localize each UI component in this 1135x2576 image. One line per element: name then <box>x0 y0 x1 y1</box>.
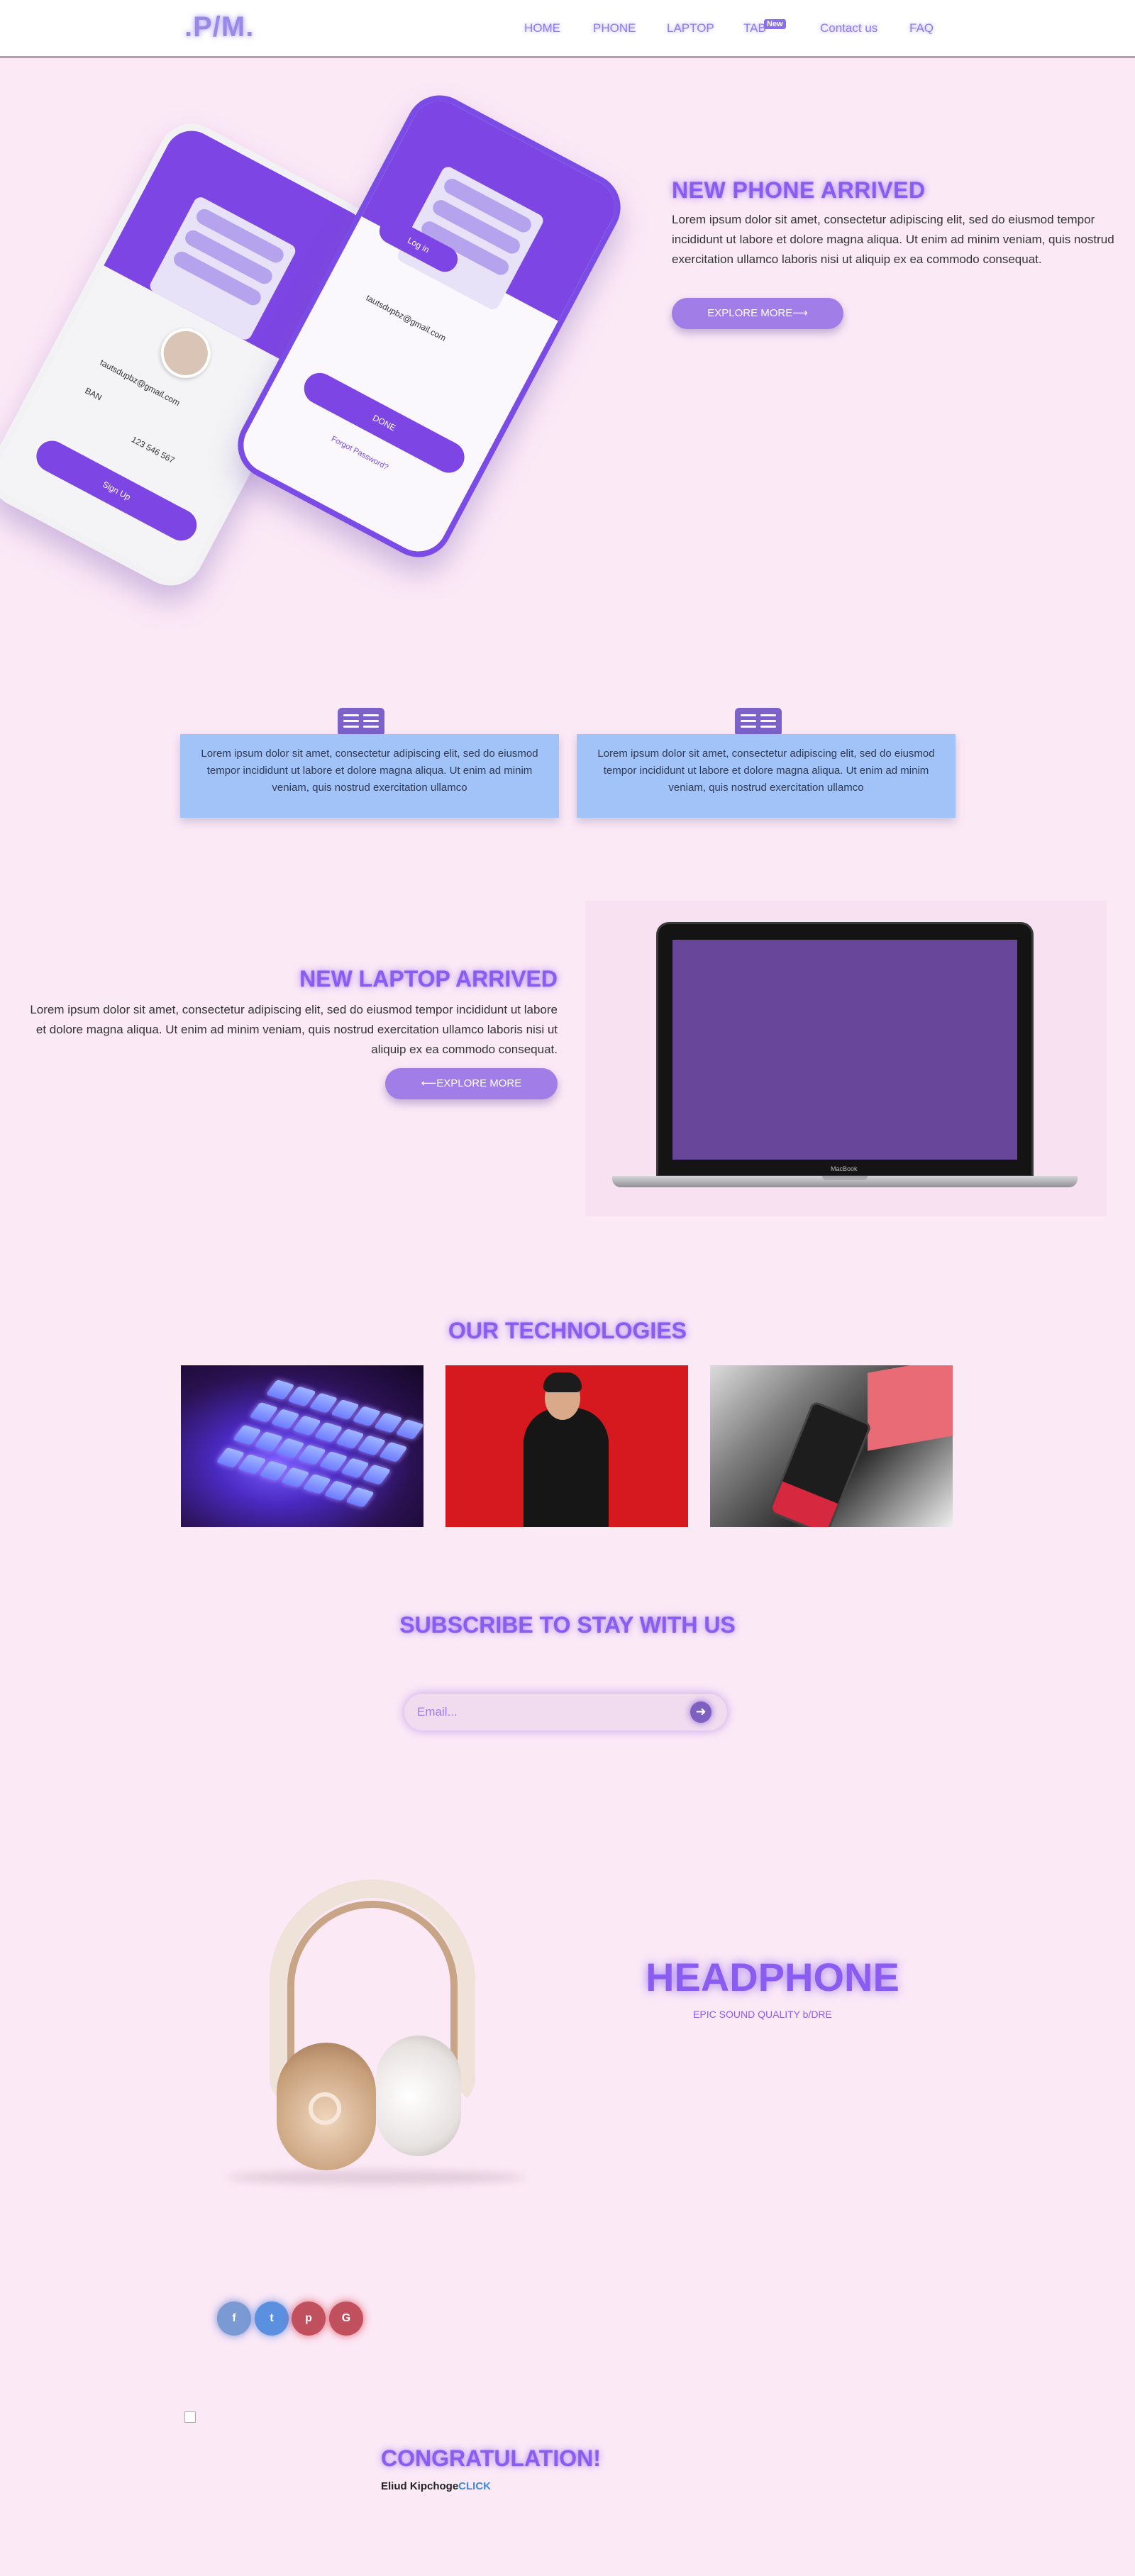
laptop-display <box>672 940 1017 1160</box>
google-button[interactable]: G <box>329 2302 363 2336</box>
phone-email-text: tautsdupbz@gmail.com <box>364 292 448 344</box>
tech-image-smartphone <box>710 1365 953 1527</box>
new-badge: New <box>764 19 786 29</box>
brand-logo[interactable]: .P/M. <box>184 11 254 43</box>
headphone-title: HEADPHONE <box>646 1955 899 1999</box>
author-name: Eliud Kipchoge <box>381 2480 459 2492</box>
laptop-notch <box>822 1176 868 1180</box>
headphone-image <box>213 1872 532 2184</box>
laptop-section-text: Lorem ipsum dolor sit amet, consectetur … <box>30 1003 558 1056</box>
nav-link-tab[interactable]: TAB <box>743 21 766 35</box>
tech-image-keyboard <box>181 1365 423 1527</box>
broken-image-icon <box>184 2411 196 2423</box>
nav-link-home[interactable]: HOME <box>524 21 560 35</box>
headphone-subtitle: EPIC SOUND QUALITY b/DRE <box>693 2009 832 2020</box>
laptop-image: MacBook <box>585 901 1107 1216</box>
nav-link-phone[interactable]: PHONE <box>593 21 636 35</box>
congratulation-title: CONGRATULATION! <box>381 2445 601 2471</box>
pinterest-icon: p <box>305 2312 312 2324</box>
info-card-1: Lorem ipsum dolor sit amet, consectetur … <box>180 734 559 818</box>
subscribe-form: ➜ <box>404 1694 727 1731</box>
nav-link-contact[interactable]: Contact us <box>820 21 877 35</box>
beats-logo-icon <box>309 2092 341 2125</box>
phone-email-text: tautsdupbz@gmail.com <box>98 357 182 409</box>
arrow-right-icon: ➜ <box>695 1704 707 1719</box>
avatar <box>152 319 220 387</box>
laptop-section-title: NEW LAPTOP ARRIVED <box>299 966 558 992</box>
info-card-2: Lorem ipsum dolor sit amet, consectetur … <box>577 734 956 818</box>
twitter-button[interactable]: t <box>255 2302 289 2336</box>
phone-number-text: 123 546 567 <box>129 434 177 466</box>
email-input[interactable] <box>417 1694 680 1731</box>
subscribe-title: SUBSCRIBE TO STAY WITH US <box>399 1612 736 1638</box>
nav-link-laptop[interactable]: LAPTOP <box>667 21 714 35</box>
info-card-text: Lorem ipsum dolor sit amet, consectetur … <box>201 748 538 794</box>
facebook-button[interactable]: f <box>217 2302 251 2336</box>
phone-section-title: NEW PHONE ARRIVED <box>672 177 926 203</box>
phone-section-text: Lorem ipsum dolor sit amet, consectetur … <box>672 213 1114 266</box>
footer-credit: Eliud KipchogeCLICK <box>381 2480 491 2492</box>
facebook-icon: f <box>232 2312 236 2324</box>
explore-laptop-button[interactable]: ⟵EXPLORE MORE <box>385 1068 558 1099</box>
pinterest-button[interactable]: p <box>292 2302 326 2336</box>
twitter-icon: t <box>270 2312 274 2324</box>
explore-phone-button[interactable]: EXPLORE MORE⟶ <box>672 298 843 329</box>
info-card-text: Lorem ipsum dolor sit amet, consectetur … <box>597 748 935 794</box>
technologies-title: OUR TECHNOLOGIES <box>448 1318 687 1343</box>
phone-mockups: tautsdupbz@gmail.com BAN 123 546 567 Sig… <box>0 83 633 598</box>
nav-link-faq[interactable]: FAQ <box>909 21 934 35</box>
phone-signup-button: Sign Up <box>31 435 202 546</box>
google-icon: G <box>341 2312 351 2324</box>
click-link[interactable]: CLICK <box>458 2480 491 2492</box>
book-icon <box>735 708 782 742</box>
book-icon <box>338 708 384 742</box>
phone-country-text: BAN <box>83 385 104 403</box>
navbar: .P/M. HOME PHONE LAPTOP TAB New Contact … <box>0 0 1135 58</box>
subscribe-submit-button[interactable]: ➜ <box>690 1701 712 1723</box>
laptop-brand-label: MacBook <box>831 1165 858 1172</box>
laptop-screen <box>656 922 1034 1177</box>
tech-image-man-phone <box>445 1365 688 1527</box>
